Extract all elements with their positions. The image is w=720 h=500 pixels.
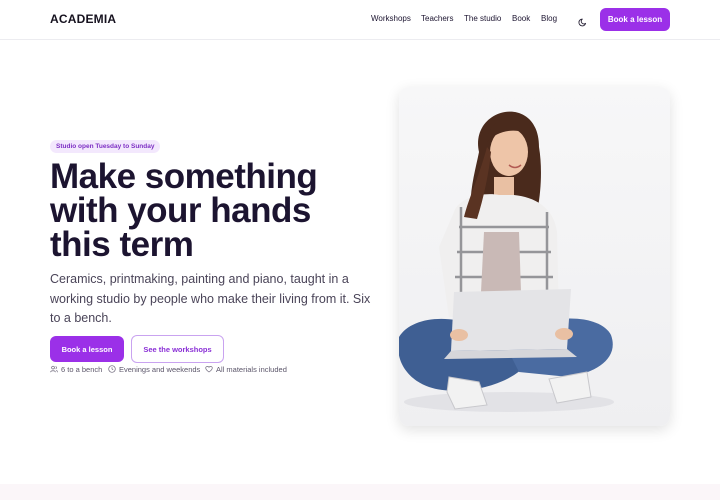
nav-the-studio[interactable]: The studio: [464, 14, 501, 23]
nav-workshops[interactable]: Workshops: [371, 14, 411, 23]
meta-bench-size-label: 6 to a bench: [61, 364, 103, 374]
site-header: ACADEMIA Workshops Teachers The studio B…: [0, 0, 720, 40]
clock-icon: [108, 365, 116, 373]
hero-image: [399, 87, 670, 426]
header-book-lesson-button[interactable]: Book a lesson: [600, 8, 670, 31]
moon-icon[interactable]: [578, 14, 588, 27]
hero-headline: Make something with your hands this term: [50, 157, 318, 264]
meta-schedule-label: Evenings and weekends: [119, 364, 201, 374]
next-section-band: [0, 484, 720, 500]
users-icon: [50, 365, 58, 373]
logo[interactable]: ACADEMIA: [50, 12, 116, 26]
nav-blog[interactable]: Blog: [541, 14, 557, 23]
meta-schedule: Evenings and weekends: [108, 364, 200, 374]
woman-with-laptop-illustration: [399, 111, 614, 412]
meta-bench-size: 6 to a bench: [50, 364, 102, 374]
see-workshops-button[interactable]: See the workshops: [131, 335, 224, 363]
studio-hours-badge: Studio open Tuesday to Sunday: [50, 140, 161, 153]
hero-subtitle: Ceramics, printmaking, painting and pian…: [50, 272, 371, 325]
meta-materials-label: All materials included: [216, 364, 287, 374]
heart-icon: [205, 366, 213, 373]
nav-teachers[interactable]: Teachers: [421, 14, 453, 23]
book-lesson-button[interactable]: Book a lesson: [50, 336, 124, 362]
nav-book[interactable]: Book: [512, 14, 530, 23]
meta-materials: All materials included: [205, 364, 287, 374]
